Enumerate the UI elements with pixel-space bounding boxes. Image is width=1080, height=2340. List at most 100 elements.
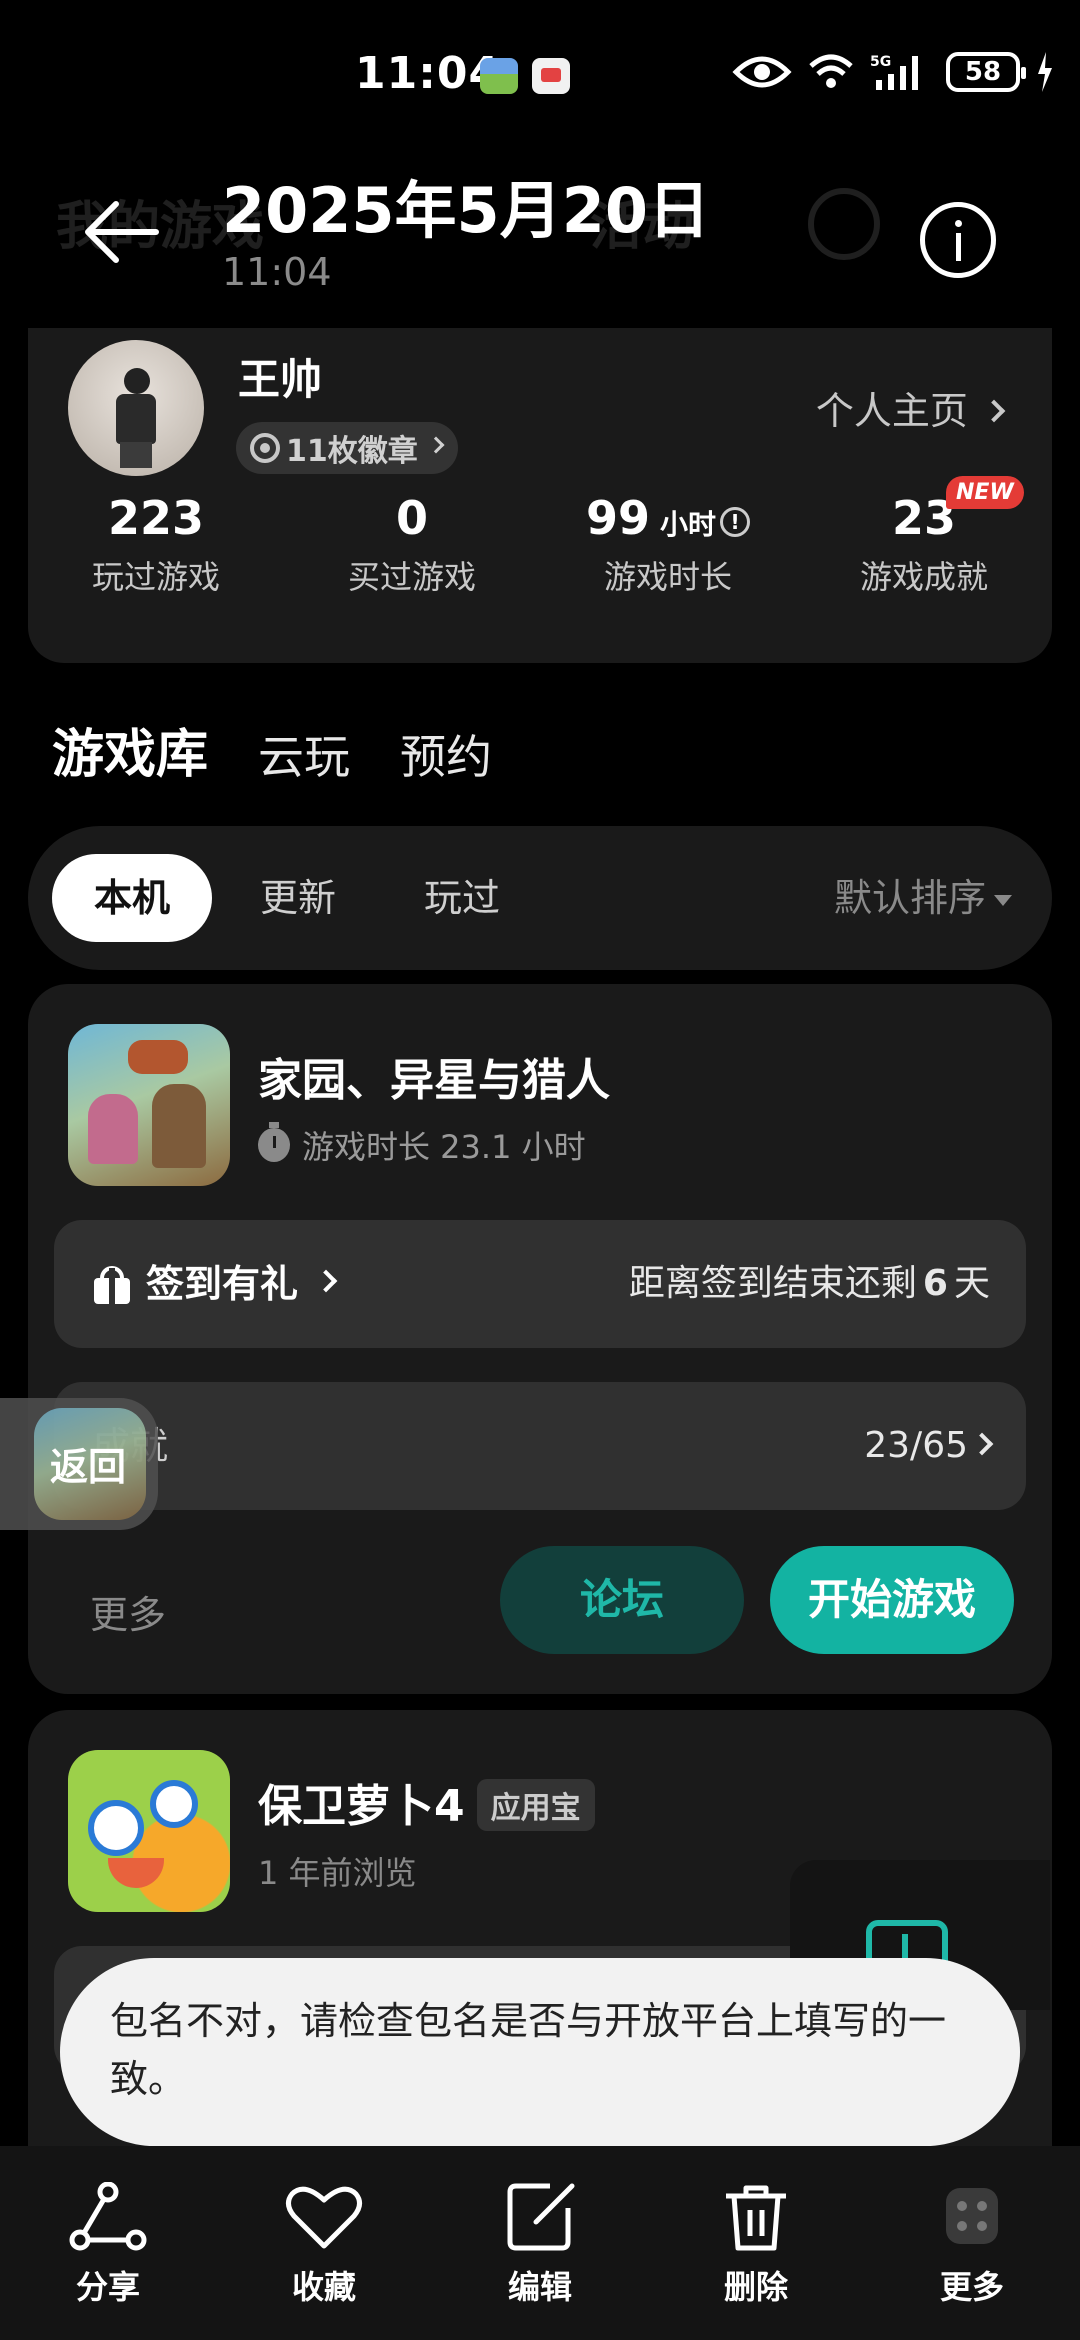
stat-achievements[interactable]: 23 游戏成就 NEW <box>796 476 1052 598</box>
chevron-right-icon <box>970 1432 994 1456</box>
achievement-progress: 23/65 <box>864 1425 968 1466</box>
tab-reservation[interactable]: 预约 <box>400 721 492 787</box>
network-label: 5G <box>870 54 891 70</box>
favorite-label: 收藏 <box>291 2268 356 2306</box>
last-viewed: 1 年前浏览 <box>258 1854 417 1892</box>
stat-unit: 小时 <box>660 508 717 541</box>
edit-icon <box>507 2183 575 2251</box>
stat-value: 0 <box>395 491 428 545</box>
status-icons: 5G 58 <box>732 52 1054 92</box>
status-time: 11:04 <box>355 48 501 99</box>
battery-level: 58 <box>964 57 1002 87</box>
checkin-countdown: 距离签到结束还剩 6 天 <box>629 1220 990 1348</box>
wifi-icon <box>809 54 853 88</box>
toast-message: 包名不对，请检查包名是否与开放平台上填写的一致。 <box>60 1958 1020 2146</box>
countdown-prefix: 距离签到结束还剩 <box>628 1263 917 1304</box>
stat-value: 99 <box>585 491 650 545</box>
game-title[interactable]: 家园、异星与猎人 <box>258 1044 610 1108</box>
delete-label: 删除 <box>723 2268 788 2306</box>
ghost-add-icon <box>808 188 880 260</box>
header: 我的游戏 活动 2025年5月20日 11:04 <box>0 150 1080 325</box>
countdown-days: 6 <box>922 1263 948 1304</box>
game-card: 家园、异星与猎人 游戏时长 23.1 小时 签到有礼 距离签到结束还剩6天 成就… <box>28 984 1052 1694</box>
app-notification-icon <box>480 58 518 94</box>
eye-icon <box>732 56 792 88</box>
source-tag: 应用宝 <box>476 1779 595 1831</box>
more-grid-icon <box>946 2188 998 2244</box>
heart-icon <box>286 2186 362 2249</box>
more-label: 更多 <box>939 2268 1004 2306</box>
header-time: 11:04 <box>222 250 332 294</box>
homepage-label: 个人主页 <box>815 389 968 433</box>
delete-button[interactable]: 删除 <box>676 2182 836 2308</box>
stat-label: 游戏成就 <box>859 558 988 596</box>
start-game-button[interactable]: 开始游戏 <box>770 1546 1014 1654</box>
stat-playtime[interactable]: 99 小时! 游戏时长 <box>540 488 796 598</box>
stat-label: 买过游戏 <box>347 558 476 596</box>
stopwatch-icon <box>258 1122 290 1162</box>
stats-row: 223 玩过游戏 0 买过游戏 99 小时! 游戏时长 23 游戏成就 NEW <box>28 476 1052 598</box>
floating-back-button[interactable]: 返回 <box>0 1398 158 1530</box>
share-icon <box>69 2182 147 2251</box>
stat-label: 游戏时长 <box>603 558 732 596</box>
chevron-right-icon <box>982 399 1006 422</box>
game-icon[interactable] <box>68 1024 230 1186</box>
achievement-progress-group: 23/65 <box>864 1382 994 1510</box>
main-tabs: 游戏库 云玩 预约 <box>47 712 492 787</box>
stat-label: 玩过游戏 <box>91 558 220 596</box>
floating-back-label: 返回 <box>50 1445 127 1489</box>
avatar[interactable] <box>68 340 204 476</box>
checkin-label: 签到有礼 <box>146 1262 299 1306</box>
user-name: 王帅 <box>238 355 323 404</box>
stat-purchased[interactable]: 0 买过游戏 <box>284 488 540 598</box>
bottom-action-bar: 分享 收藏 编辑 删除 更多 <box>0 2146 1080 2340</box>
homepage-link[interactable]: 个人主页 <box>815 380 1006 435</box>
checkin-label-group: 签到有礼 <box>92 1220 338 1348</box>
game-title-group: 保卫萝卜4 应用宝 <box>258 1770 595 1835</box>
edit-button[interactable]: 编辑 <box>460 2182 620 2308</box>
badges-button[interactable]: 11枚徽章 <box>236 422 458 474</box>
edit-label: 编辑 <box>507 2268 572 2306</box>
sort-dropdown[interactable]: 默认排序 <box>834 854 1012 942</box>
chevron-right-icon <box>314 1269 338 1293</box>
share-label: 分享 <box>75 2268 140 2306</box>
app-notification-icon-2 <box>532 58 570 94</box>
chevron-right-icon <box>427 436 445 454</box>
tab-cloud-play[interactable]: 云玩 <box>258 721 350 787</box>
back-arrow-icon[interactable] <box>80 192 160 272</box>
filter-local[interactable]: 本机 <box>52 854 213 942</box>
playtime-text: 游戏时长 23.1 小时 <box>302 1128 586 1166</box>
filter-played[interactable]: 玩过 <box>424 854 500 942</box>
sort-label: 默认排序 <box>833 876 986 920</box>
caret-down-icon <box>994 895 1012 906</box>
more-link[interactable]: 更多 <box>90 1584 166 1639</box>
medal-icon <box>250 433 280 463</box>
favorite-button[interactable]: 收藏 <box>244 2182 404 2308</box>
trash-icon <box>726 2185 786 2251</box>
header-date: 2025年5月20日 <box>222 174 710 247</box>
filter-updates[interactable]: 更新 <box>260 854 336 942</box>
game-title[interactable]: 保卫萝卜4 <box>258 1781 465 1832</box>
charging-icon <box>1038 52 1052 92</box>
info-icon[interactable] <box>920 202 996 278</box>
signal-icon: 5G <box>870 54 918 90</box>
filter-bar: 本机 更新 玩过 默认排序 <box>28 826 1052 970</box>
forum-button[interactable]: 论坛 <box>500 1546 744 1654</box>
badges-label: 11枚徽章 <box>286 434 418 469</box>
achievement-row[interactable]: 成就 23/65 <box>54 1382 1026 1510</box>
profile-card: 王帅 11枚徽章 个人主页 223 玩过游戏 0 买过游戏 99 小时! 游戏时长… <box>28 328 1052 663</box>
game-icon[interactable] <box>68 1750 230 1912</box>
battery-icon: 58 <box>946 52 1026 92</box>
info-small-icon[interactable]: ! <box>720 506 751 537</box>
share-button[interactable]: 分享 <box>28 2182 188 2308</box>
checkin-row[interactable]: 签到有礼 距离签到结束还剩 6 天 <box>54 1220 1026 1348</box>
tab-game-library[interactable]: 游戏库 <box>47 712 213 787</box>
stat-value: 223 <box>107 491 205 545</box>
status-bar: 11:04 5G 58 <box>0 0 1080 150</box>
more-button[interactable]: 更多 <box>892 2182 1052 2308</box>
stat-played[interactable]: 223 玩过游戏 <box>28 488 284 598</box>
new-badge: NEW <box>946 476 1024 509</box>
game-playtime: 游戏时长 23.1 小时 <box>258 1122 586 1168</box>
countdown-suffix: 天 <box>953 1263 990 1304</box>
gift-icon <box>92 1264 132 1304</box>
